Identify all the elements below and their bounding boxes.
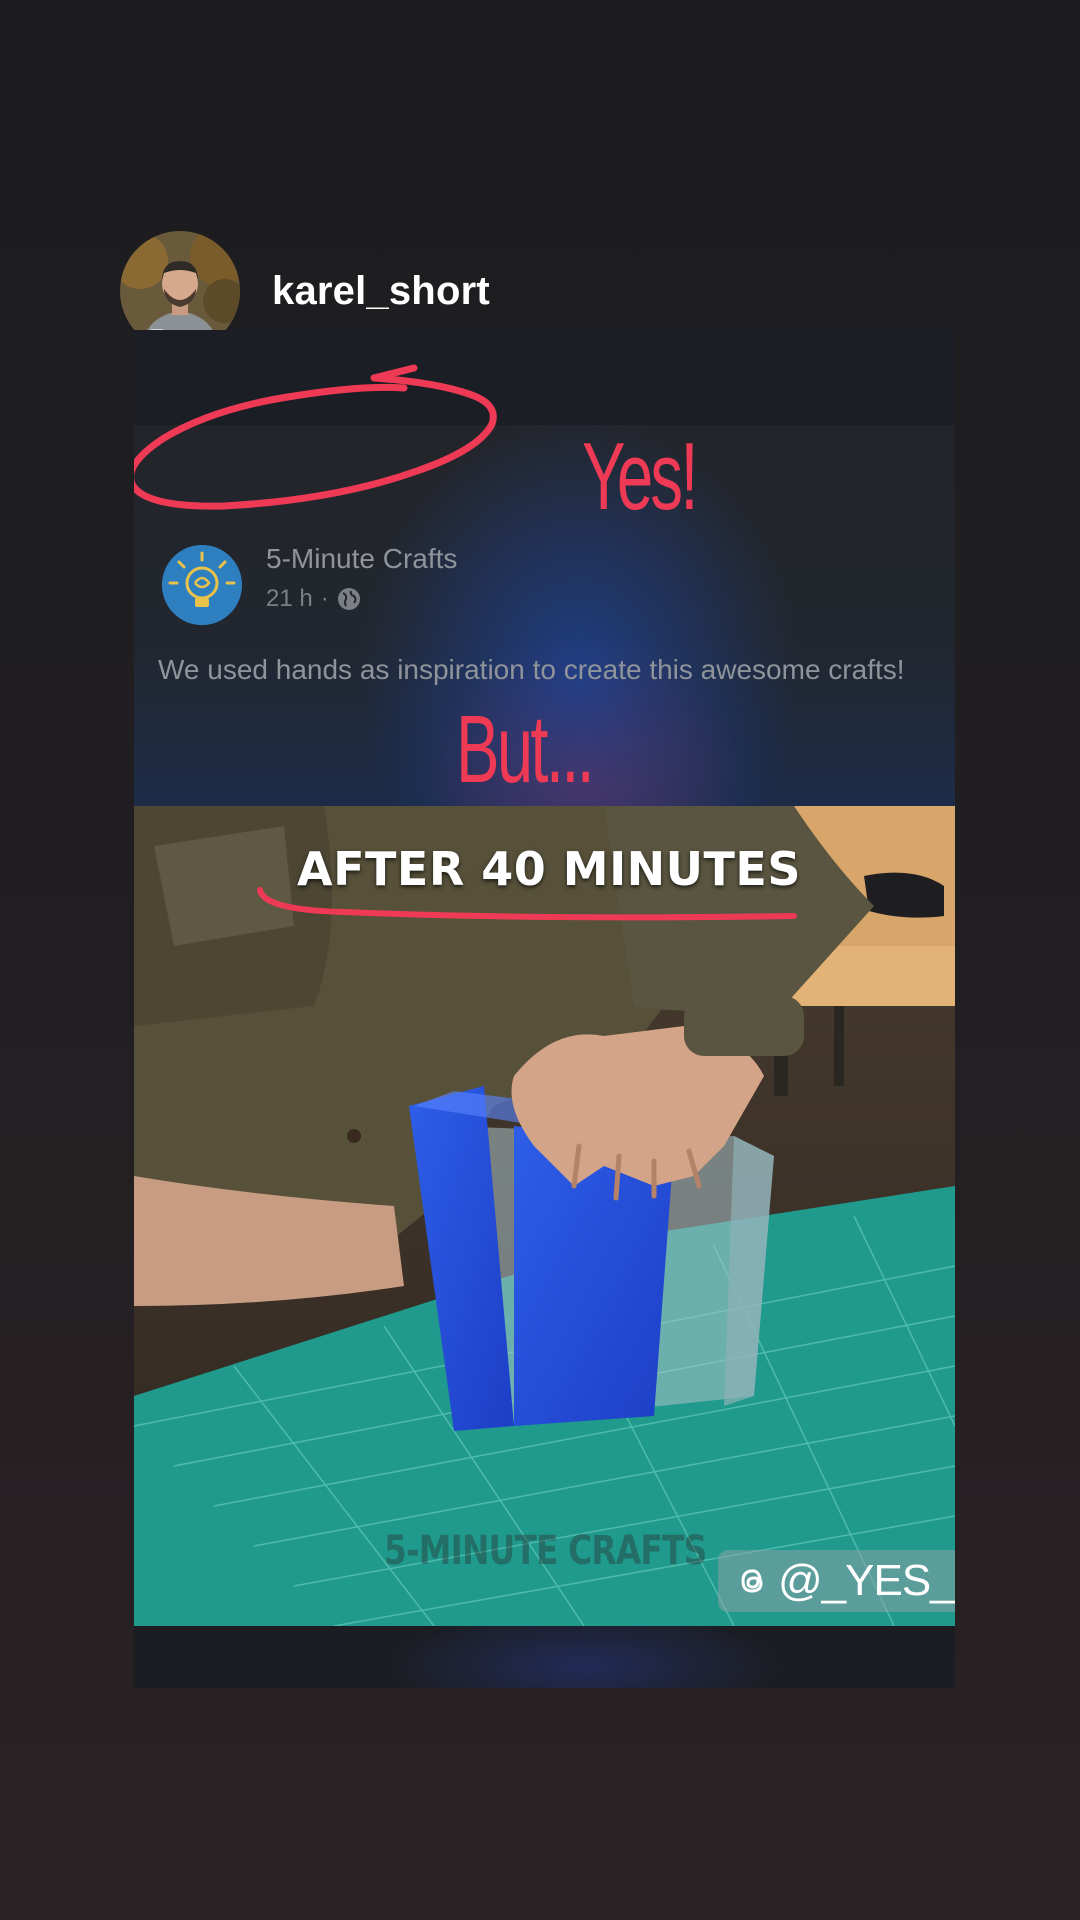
but-annotation: But... bbox=[456, 696, 595, 803]
video-frame[interactable]: AFTER 40 MINUTES 5-MINUTE CRAFTS @_YES_B… bbox=[134, 806, 955, 1626]
story-username[interactable]: karel_short bbox=[272, 269, 490, 314]
red-circle-annotation bbox=[134, 364, 497, 510]
handle-badge[interactable]: @_YES_BUT bbox=[718, 1550, 955, 1612]
yes-annotation: Yes! bbox=[582, 423, 698, 530]
video-still bbox=[134, 806, 955, 1626]
card-bottom-band bbox=[134, 1626, 955, 1688]
handle-text: @_YES_BUT bbox=[778, 1556, 955, 1605]
video-overlay-caption: AFTER 40 MINUTES bbox=[297, 842, 801, 896]
globe-icon bbox=[337, 587, 361, 611]
post-time: 21 h bbox=[266, 585, 313, 612]
meta-separator: · bbox=[320, 585, 329, 612]
shared-post-card[interactable]: 5-Minute Crafts 21 h · We used hands as … bbox=[134, 330, 955, 1688]
threads-icon bbox=[736, 1564, 770, 1598]
video-watermark: 5-MINUTE CRAFTS bbox=[384, 1528, 707, 1574]
post-meta: 21 h · bbox=[266, 585, 361, 613]
post-caption: We used hands as inspiration to create t… bbox=[158, 654, 905, 685]
